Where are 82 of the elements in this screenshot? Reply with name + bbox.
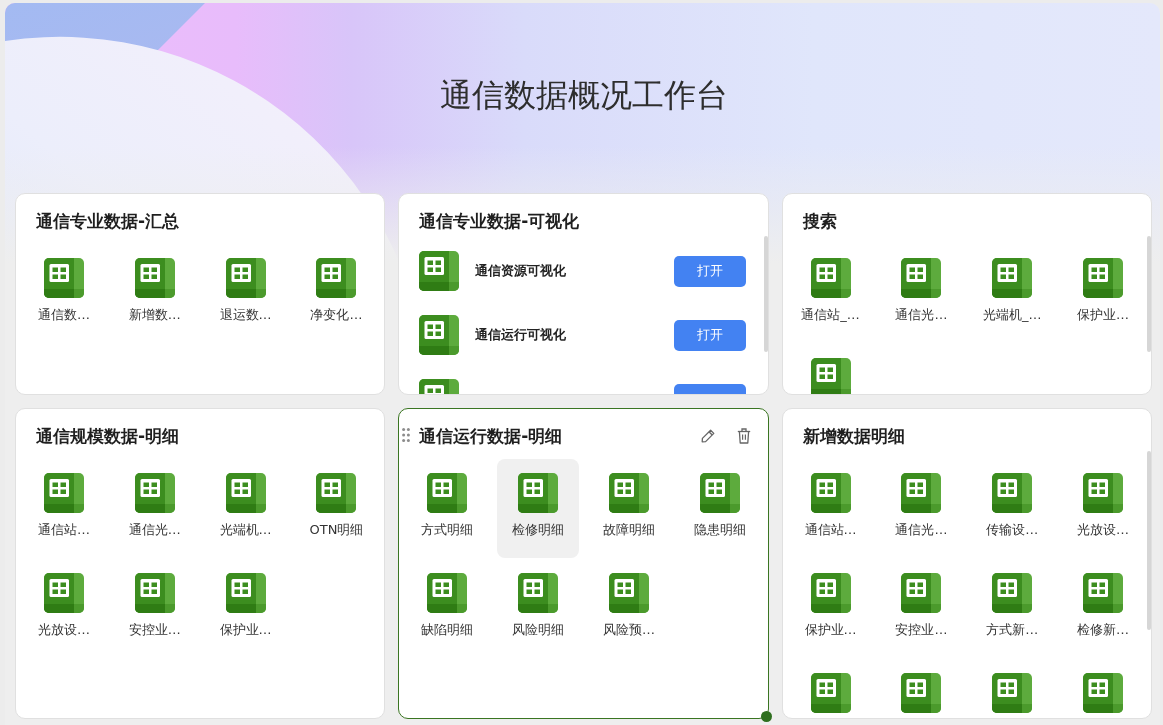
- card-title: 通信专业数据-可视化: [419, 210, 580, 232]
- app-tile[interactable]: 光端机_…: [971, 244, 1054, 343]
- app-tile[interactable]: 通信站…: [23, 459, 105, 558]
- table-icon: [316, 473, 357, 513]
- table-icon: [134, 473, 175, 513]
- table-icon: [699, 473, 740, 513]
- table-icon: [810, 258, 851, 298]
- app-tile[interactable]: 保护业…: [204, 559, 287, 658]
- item-title: 通信资源可视化: [475, 262, 567, 280]
- table-icon: [1083, 258, 1124, 298]
- app-tile[interactable]: 通信光…: [880, 459, 963, 558]
- app-tile[interactable]: 安控业…: [113, 559, 196, 658]
- card-title: 通信规模数据-明细: [36, 425, 180, 447]
- table-icon: [518, 473, 559, 513]
- table-icon: [427, 573, 468, 613]
- app-tile[interactable]: 保护业…: [1062, 244, 1144, 343]
- table-icon: [43, 473, 84, 513]
- app-tile[interactable]: 净变化…: [295, 244, 378, 343]
- table-icon: [419, 315, 460, 355]
- app-tile[interactable]: 隐患明细: [678, 459, 761, 558]
- app-tile[interactable]: 通信光…: [880, 244, 963, 343]
- app-tile[interactable]: 通信站…: [789, 459, 872, 558]
- table-icon: [901, 473, 942, 513]
- table-icon: [316, 258, 357, 298]
- app-tile[interactable]: 通信光…: [113, 459, 196, 558]
- resize-handle-icon[interactable]: [760, 711, 772, 722]
- table-icon: [225, 473, 266, 513]
- table-icon: [901, 573, 942, 613]
- app-tile[interactable]: 检修新…: [1062, 559, 1144, 658]
- table-icon: [134, 573, 175, 613]
- table-icon: [992, 473, 1033, 513]
- table-icon: [992, 673, 1033, 713]
- table-icon: [608, 573, 649, 613]
- table-icon: [225, 573, 266, 613]
- table-icon: [1083, 573, 1124, 613]
- app-tile[interactable]: 安控业…: [880, 559, 963, 658]
- drag-handle-icon[interactable]: [402, 428, 411, 442]
- app-tile[interactable]: 风险预…: [588, 559, 670, 658]
- page-title: 通信数据概况工作台: [439, 76, 728, 115]
- table-icon: [608, 473, 649, 513]
- open-button[interactable]: 打开: [673, 319, 746, 351]
- app-tile[interactable]: 保护业…: [789, 559, 872, 658]
- table-icon: [518, 573, 559, 613]
- table-icon: [992, 258, 1033, 298]
- card-title: 通信运行数据-明细: [419, 425, 563, 447]
- table-icon: [419, 251, 460, 291]
- open-button[interactable]: 打开: [673, 255, 746, 287]
- app-tile[interactable]: 光放设…: [1062, 459, 1144, 558]
- app-tile[interactable]: 光端机…: [204, 459, 287, 558]
- item-title: 通信运行可视化: [475, 326, 567, 344]
- trash-icon[interactable]: [736, 428, 751, 444]
- table-icon: [810, 473, 851, 513]
- table-icon: [1083, 673, 1124, 713]
- table-icon: [901, 258, 942, 298]
- pencil-icon[interactable]: [700, 429, 715, 443]
- app-tile[interactable]: 方式新…: [971, 559, 1054, 658]
- card-title: 通信专业数据-汇总: [36, 210, 180, 232]
- app-tile[interactable]: OTN明细: [295, 459, 378, 558]
- card-title: 新增数据明细: [802, 425, 905, 447]
- app-tile[interactable]: 传输设…: [971, 459, 1054, 558]
- app-tile[interactable]: 风险明细: [497, 559, 579, 658]
- table-icon: [901, 673, 942, 713]
- app-tile[interactable]: 缺陷明细: [406, 559, 489, 658]
- scrollbar[interactable]: [763, 236, 768, 352]
- app-tile[interactable]: 通信数…: [23, 244, 105, 343]
- app-tile[interactable]: 新增数…: [113, 244, 196, 343]
- table-icon: [810, 673, 851, 713]
- app-tile[interactable]: 退运数…: [204, 244, 287, 343]
- app-tile[interactable]: 通信站_…: [789, 244, 872, 343]
- table-icon: [225, 258, 266, 298]
- table-icon: [427, 473, 468, 513]
- app-tile[interactable]: 故障明细: [588, 459, 670, 558]
- table-icon: [43, 573, 84, 613]
- app-tile[interactable]: 方式明细: [406, 459, 489, 558]
- table-icon: [134, 258, 175, 298]
- card-title: 搜索: [802, 210, 837, 232]
- table-icon: [810, 573, 851, 613]
- table-icon: [43, 258, 84, 298]
- table-icon: [992, 573, 1033, 613]
- table-icon: [1083, 473, 1124, 513]
- app-tile[interactable]: 光放设…: [23, 559, 105, 658]
- app-tile[interactable]: 检修明细: [497, 459, 579, 558]
